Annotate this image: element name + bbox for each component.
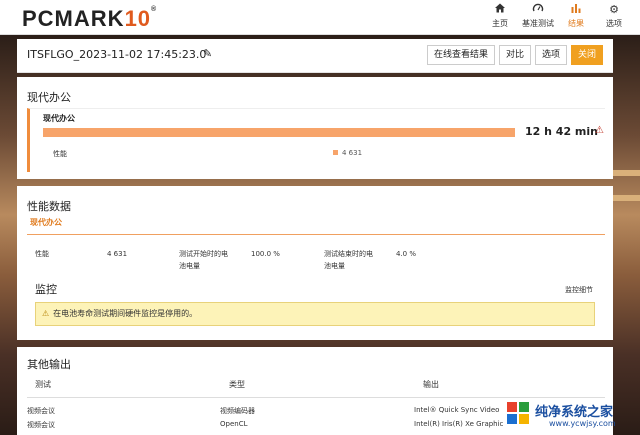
table-cell: 视频会议	[27, 421, 55, 429]
nav-options[interactable]: ⚙ 选项	[596, 2, 632, 29]
pcmark-logo: PCMARK10®	[22, 6, 158, 31]
close-button[interactable]: 关闭	[570, 45, 603, 65]
table-cell: OpenCL	[220, 420, 248, 428]
warning-icon[interactable]: ⚠	[595, 125, 604, 136]
view-online-button[interactable]: 在线查看结果	[426, 45, 495, 65]
result-name: ITSFLGO_2023-11-02 17:45:23.0	[27, 48, 207, 61]
office-box-label: 现代办公	[43, 114, 75, 123]
monitoring-warning: ⚠ 在电池寿命测试期间硬件监控是停用的。	[35, 302, 595, 326]
battery-start-value: 100.0 %	[251, 250, 280, 258]
nav-results[interactable]: 结果	[558, 2, 594, 29]
table-cell: 视频编码器	[220, 407, 255, 415]
perf-legend: 4 631	[333, 149, 362, 157]
perf-data-title: 性能数据	[27, 200, 71, 213]
battery-start-label: 测试开始时的电 池电量	[179, 250, 228, 270]
battery-end-label: 测试结束时的电 池电量	[324, 250, 373, 270]
modern-office-panel: 现代办公 现代办公 12 h 42 min ⚠ 性能 4 631	[17, 77, 613, 179]
nav-home[interactable]: 主页	[482, 2, 518, 29]
column-header-output: 输出	[423, 380, 439, 389]
watermark-name: 纯净系统之家	[535, 405, 614, 420]
office-result-box: 现代办公 12 h 42 min ⚠ 性能 4 631	[27, 108, 605, 172]
result-header: ITSFLGO_2023-11-02 17:45:23.0 ✎ 在线查看结果 对…	[17, 39, 613, 73]
perf-value: 4 631	[107, 250, 128, 258]
table-cell: 视频会议	[27, 407, 55, 415]
nav-benchmarks[interactable]: 基准测试	[520, 2, 556, 29]
top-bar: PCMARK10® 主页 基准测试 结果 ⚙ 选项	[0, 0, 640, 35]
perf-label: 性能	[53, 150, 67, 158]
performance-data-panel: 性能数据 现代办公 性能 4 631 测试开始时的电 池电量 100.0 % 测试…	[17, 186, 613, 340]
options-button[interactable]: 选项	[534, 45, 567, 65]
monitoring-title: 监控	[35, 283, 57, 296]
perf-label: 性能	[35, 250, 49, 258]
watermark-logo-icon	[507, 402, 529, 424]
table-cell: Intel® Quick Sync Video	[414, 406, 500, 414]
gauge-icon	[520, 2, 556, 18]
gear-icon: ⚙	[609, 3, 619, 16]
edit-pencil-icon[interactable]: ✎	[203, 47, 212, 60]
monitoring-details-link[interactable]: 监控细节	[565, 285, 593, 295]
battery-bar-track	[43, 128, 515, 137]
battery-time: 12 h 42 min	[525, 125, 598, 138]
column-header-type: 类型	[229, 380, 245, 389]
column-header-test: 测试	[35, 380, 51, 389]
battery-end-value: 4.0 %	[396, 250, 417, 258]
section-title: 现代办公	[27, 91, 71, 104]
main-nav: 主页 基准测试 结果 ⚙ 选项	[480, 2, 632, 29]
bar-chart-icon	[558, 2, 594, 18]
watermark-url: www.ycwjsy.com	[549, 419, 616, 428]
table-cell: Intel(R) Iris(R) Xe Graphic	[414, 420, 504, 428]
legend-swatch	[333, 150, 338, 155]
warning-icon: ⚠	[42, 309, 50, 318]
battery-bar-fill	[43, 128, 515, 137]
compare-button[interactable]: 对比	[498, 45, 531, 65]
perf-data-subtitle[interactable]: 现代办公	[27, 217, 605, 235]
home-icon	[482, 2, 518, 18]
watermark: 纯净系统之家 www.ycwjsy.com	[505, 398, 637, 432]
other-outputs-title: 其他输出	[27, 358, 71, 371]
